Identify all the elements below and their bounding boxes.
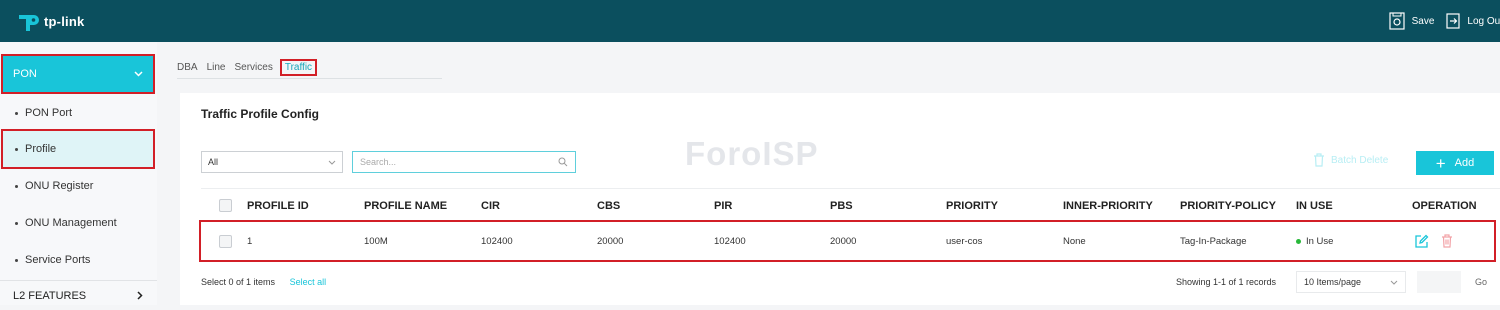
cell-inner-priority: None (1063, 235, 1086, 247)
records-count: Showing 1-1 of 1 records (1176, 277, 1277, 287)
sidebar-item-onu-management[interactable]: ONU Management (3, 205, 153, 241)
cell-in-use: In Use (1296, 222, 1333, 260)
logout-button[interactable]: Log Out (1446, 13, 1500, 29)
tab-dba[interactable]: DBA (177, 62, 198, 73)
select-all-checkbox[interactable] (219, 199, 232, 212)
cell-profile-id: 1 (247, 235, 253, 247)
save-label: Save (1411, 15, 1435, 27)
page-size-value: 10 Items/page (1304, 277, 1362, 287)
trash-icon (1314, 153, 1324, 167)
bullet-icon (15, 147, 18, 151)
bullet-icon (15, 184, 18, 188)
cell-pbs: 20000 (830, 235, 857, 247)
sidebar-item-label: Service Ports (25, 254, 91, 266)
column-header[interactable]: PRIORITY-POLICY (1180, 189, 1276, 222)
cell-profile-name: 100M (364, 235, 388, 247)
delete-icon[interactable] (1441, 234, 1453, 248)
go-button[interactable]: Go (1465, 271, 1497, 293)
column-header[interactable]: IN USE (1296, 189, 1333, 222)
sidebar-item-label: ONU Register (25, 180, 94, 192)
sidebar-section-label: L2 FEATURES (13, 289, 87, 302)
search-input[interactable]: Search... (352, 151, 576, 173)
column-header[interactable]: CBS (597, 189, 620, 222)
cell-cbs: 20000 (597, 235, 624, 247)
bullet-icon (15, 111, 18, 115)
column-header[interactable]: PIR (714, 189, 732, 222)
status-dot-icon (1296, 238, 1301, 244)
batch-delete-button[interactable]: Batch Delete (1313, 153, 1388, 167)
status-badge: In Use (1306, 235, 1334, 247)
bullet-icon (15, 221, 18, 225)
tp-link-logo-icon (19, 15, 39, 31)
sidebar-section-pon[interactable]: PON (1, 54, 155, 94)
sidebar-item-label: PON Port (25, 107, 73, 119)
profile-tabs: DBA Line Services Traffic (177, 57, 443, 79)
table-row[interactable]: 1 100M 102400 20000 102400 20000 user-co… (199, 220, 1496, 262)
column-header[interactable]: CIR (481, 189, 500, 222)
brand-name: tp-link (44, 13, 85, 29)
cell-cir: 102400 (481, 235, 513, 247)
column-header[interactable]: INNER-PRIORITY (1063, 189, 1153, 222)
tab-line[interactable]: Line (207, 62, 226, 73)
select-all-link[interactable]: Select all (290, 277, 327, 287)
sidebar-section-l2-features[interactable]: L2 FEATURES (0, 280, 157, 310)
edit-icon[interactable] (1414, 234, 1429, 249)
cell-priority-policy: Tag-In-Package (1180, 235, 1247, 247)
sidebar-item-service-ports[interactable]: Service Ports (3, 242, 153, 278)
save-icon (1389, 12, 1405, 30)
traffic-profile-panel: Traffic Profile Config All Search... For… (180, 93, 1500, 305)
sidebar: PON PON Port Profile ONU Register ONU Ma… (0, 42, 157, 305)
selection-count: Select 0 of 1 items (201, 277, 276, 287)
column-header: OPERATION (1412, 199, 1477, 212)
batch-delete-label: Batch Delete (1331, 154, 1389, 166)
chevron-right-icon (137, 291, 143, 300)
add-button[interactable]: + Add (1416, 151, 1494, 175)
sidebar-item-pon-port[interactable]: PON Port (3, 95, 153, 131)
chevron-down-icon (1390, 280, 1398, 285)
column-header[interactable]: PBS (830, 189, 853, 222)
column-header[interactable]: PROFILE NAME (364, 189, 447, 222)
cell-priority: user-cos (946, 235, 983, 247)
sidebar-item-profile[interactable]: Profile (1, 129, 155, 169)
cell-operation (1414, 222, 1465, 260)
add-label: Add (1454, 157, 1475, 169)
page-size-select[interactable]: 10 Items/page (1296, 271, 1406, 293)
table-header: PROFILE ID PROFILE NAME CIR CBS PIR PBS … (201, 188, 1500, 222)
logout-label: Log Out (1467, 15, 1500, 27)
sidebar-item-label: ONU Management (25, 217, 117, 229)
watermark: ForoISP (685, 135, 819, 172)
bullet-icon (15, 258, 18, 262)
filter-value: All (208, 157, 219, 167)
filter-select[interactable]: All (201, 151, 343, 173)
sidebar-item-label: Profile (25, 143, 57, 155)
logout-icon (1446, 13, 1461, 29)
sidebar-section-label: PON (13, 68, 37, 80)
column-header[interactable]: PROFILE ID (247, 189, 309, 222)
tp-link-logo: tp-link (16, 10, 84, 32)
tab-traffic[interactable]: Traffic (279, 59, 318, 76)
top-bar: tp-link Save Log Out (0, 0, 1500, 42)
sidebar-item-onu-register[interactable]: ONU Register (3, 168, 153, 204)
chevron-down-icon (328, 160, 336, 165)
column-header[interactable]: PRIORITY (946, 189, 998, 222)
page-title: Traffic Profile Config (201, 107, 320, 121)
tab-services[interactable]: Services (234, 62, 272, 73)
cell-pir: 102400 (714, 235, 746, 247)
search-icon (558, 157, 568, 167)
row-checkbox[interactable] (219, 234, 232, 248)
page-number-input[interactable] (1417, 271, 1461, 293)
search-placeholder: Search... (360, 157, 397, 167)
save-button[interactable]: Save (1389, 12, 1435, 30)
chevron-down-icon (134, 71, 143, 77)
table-footer: Select 0 of 1 items Select all Showing 1… (201, 271, 1500, 293)
plus-icon: + (1435, 153, 1446, 173)
